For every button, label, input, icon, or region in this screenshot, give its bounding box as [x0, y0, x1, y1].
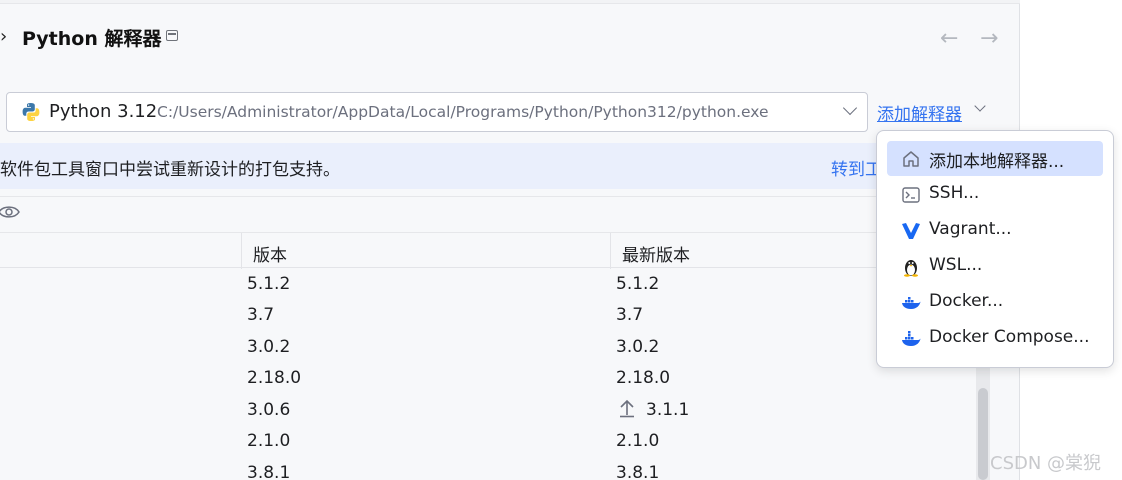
home-icon: [903, 151, 919, 167]
linux-penguin-icon: [904, 260, 918, 277]
version-cell: 3.0.2: [247, 337, 291, 357]
latest-version-cell: 5.1.2: [616, 274, 660, 294]
latest-version-cell: 3.7: [616, 305, 644, 325]
table-row[interactable]: 2.1.0 2.1.0: [0, 427, 976, 458]
interpreter-name: Python 3.12: [49, 101, 158, 122]
menu-item-vagrant[interactable]: Vagrant...: [887, 213, 1103, 248]
python-logo-icon: [22, 103, 40, 121]
upgrade-arrow-icon[interactable]: [618, 398, 636, 418]
version-cell: 5.1.2: [247, 274, 291, 294]
table-row[interactable]: 5.1.2 5.1.2: [0, 270, 976, 301]
vagrant-icon: [902, 223, 920, 239]
version-cell: 2.18.0: [247, 368, 302, 388]
menu-item-label: Vagrant...: [929, 219, 1012, 239]
latest-version-cell: 2.1.0: [616, 431, 660, 451]
watermark: CSDN @棠猊: [990, 453, 1102, 474]
latest-version-cell: 3.0.2: [616, 337, 660, 357]
info-banner: 软件包工具窗口中尝试重新设计的打包支持。 转到工: [0, 143, 1020, 189]
version-cell: 2.1.0: [247, 431, 291, 451]
menu-item-label: SSH...: [929, 183, 980, 203]
chevron-down-icon[interactable]: [842, 100, 858, 116]
version-cell: 3.8.1: [247, 463, 291, 480]
back-arrow-icon[interactable]: ←: [940, 26, 958, 51]
menu-item-wsl[interactable]: WSL...: [887, 249, 1103, 284]
packages-table-header: 版本 最新版本: [0, 232, 976, 269]
column-header-latest-version[interactable]: 最新版本: [622, 241, 690, 266]
settings-header: › Python 解释器 ← →: [0, 22, 1020, 54]
menu-item-label: Docker...: [929, 291, 1004, 311]
menu-item-add-local-interpreter[interactable]: 添加本地解释器...: [887, 141, 1103, 176]
version-cell: 3.7: [247, 305, 275, 325]
terminal-icon: [902, 187, 920, 203]
table-row[interactable]: 2.18.0 2.18.0: [0, 364, 976, 395]
banner-text: 软件包工具窗口中尝试重新设计的打包支持。: [0, 160, 340, 180]
scrollbar-thumb[interactable]: [978, 388, 988, 480]
menu-item-label: Docker Compose...: [929, 327, 1090, 347]
menu-item-docker[interactable]: Docker...: [887, 285, 1103, 320]
column-header-version[interactable]: 版本: [253, 241, 287, 266]
table-row[interactable]: 3.0.2 3.0.2: [0, 333, 976, 364]
eye-icon[interactable]: [0, 205, 20, 219]
interpreter-path: C:/Users/Administrator/AppData/Local/Pro…: [157, 103, 769, 121]
add-interpreter-menu: 添加本地解释器... SSH... Vagrant... WSL... Dock…: [876, 130, 1114, 368]
top-divider: [0, 0, 1020, 4]
interpreter-select[interactable]: Python 3.12 C:/Users/Administrator/AppDa…: [6, 92, 868, 132]
window-icon: [166, 30, 178, 41]
latest-version-cell: 2.18.0: [616, 368, 671, 388]
packages-toolbar: [0, 196, 1020, 230]
docker-compose-icon: [902, 331, 921, 346]
latest-version-cell: 3.1.1: [646, 400, 690, 420]
menu-item-label: WSL...: [929, 255, 983, 275]
menu-item-docker-compose[interactable]: Docker Compose...: [887, 321, 1103, 356]
table-row[interactable]: 3.7 3.7: [0, 301, 976, 332]
column-divider[interactable]: [610, 233, 611, 269]
table-row[interactable]: 3.0.6 3.1.1: [0, 396, 976, 427]
expand-chevron-icon[interactable]: ›: [0, 26, 7, 47]
interpreter-settings-panel: › Python 解释器 ← → Python 3.12 C:/Users/Ad…: [0, 0, 1020, 480]
menu-item-ssh[interactable]: SSH...: [887, 177, 1103, 212]
add-interpreter-link[interactable]: 添加解释器: [877, 100, 962, 125]
column-divider[interactable]: [241, 233, 242, 269]
table-row[interactable]: 3.8.1 3.8.1: [0, 459, 976, 480]
forward-arrow-icon[interactable]: →: [980, 26, 998, 51]
page-title: Python 解释器: [22, 28, 162, 50]
docker-icon: [902, 297, 921, 309]
version-cell: 3.0.6: [247, 400, 291, 420]
chevron-down-icon[interactable]: [974, 100, 986, 112]
menu-item-label: 添加本地解释器...: [929, 152, 1065, 172]
latest-version-cell: 3.8.1: [616, 463, 660, 480]
